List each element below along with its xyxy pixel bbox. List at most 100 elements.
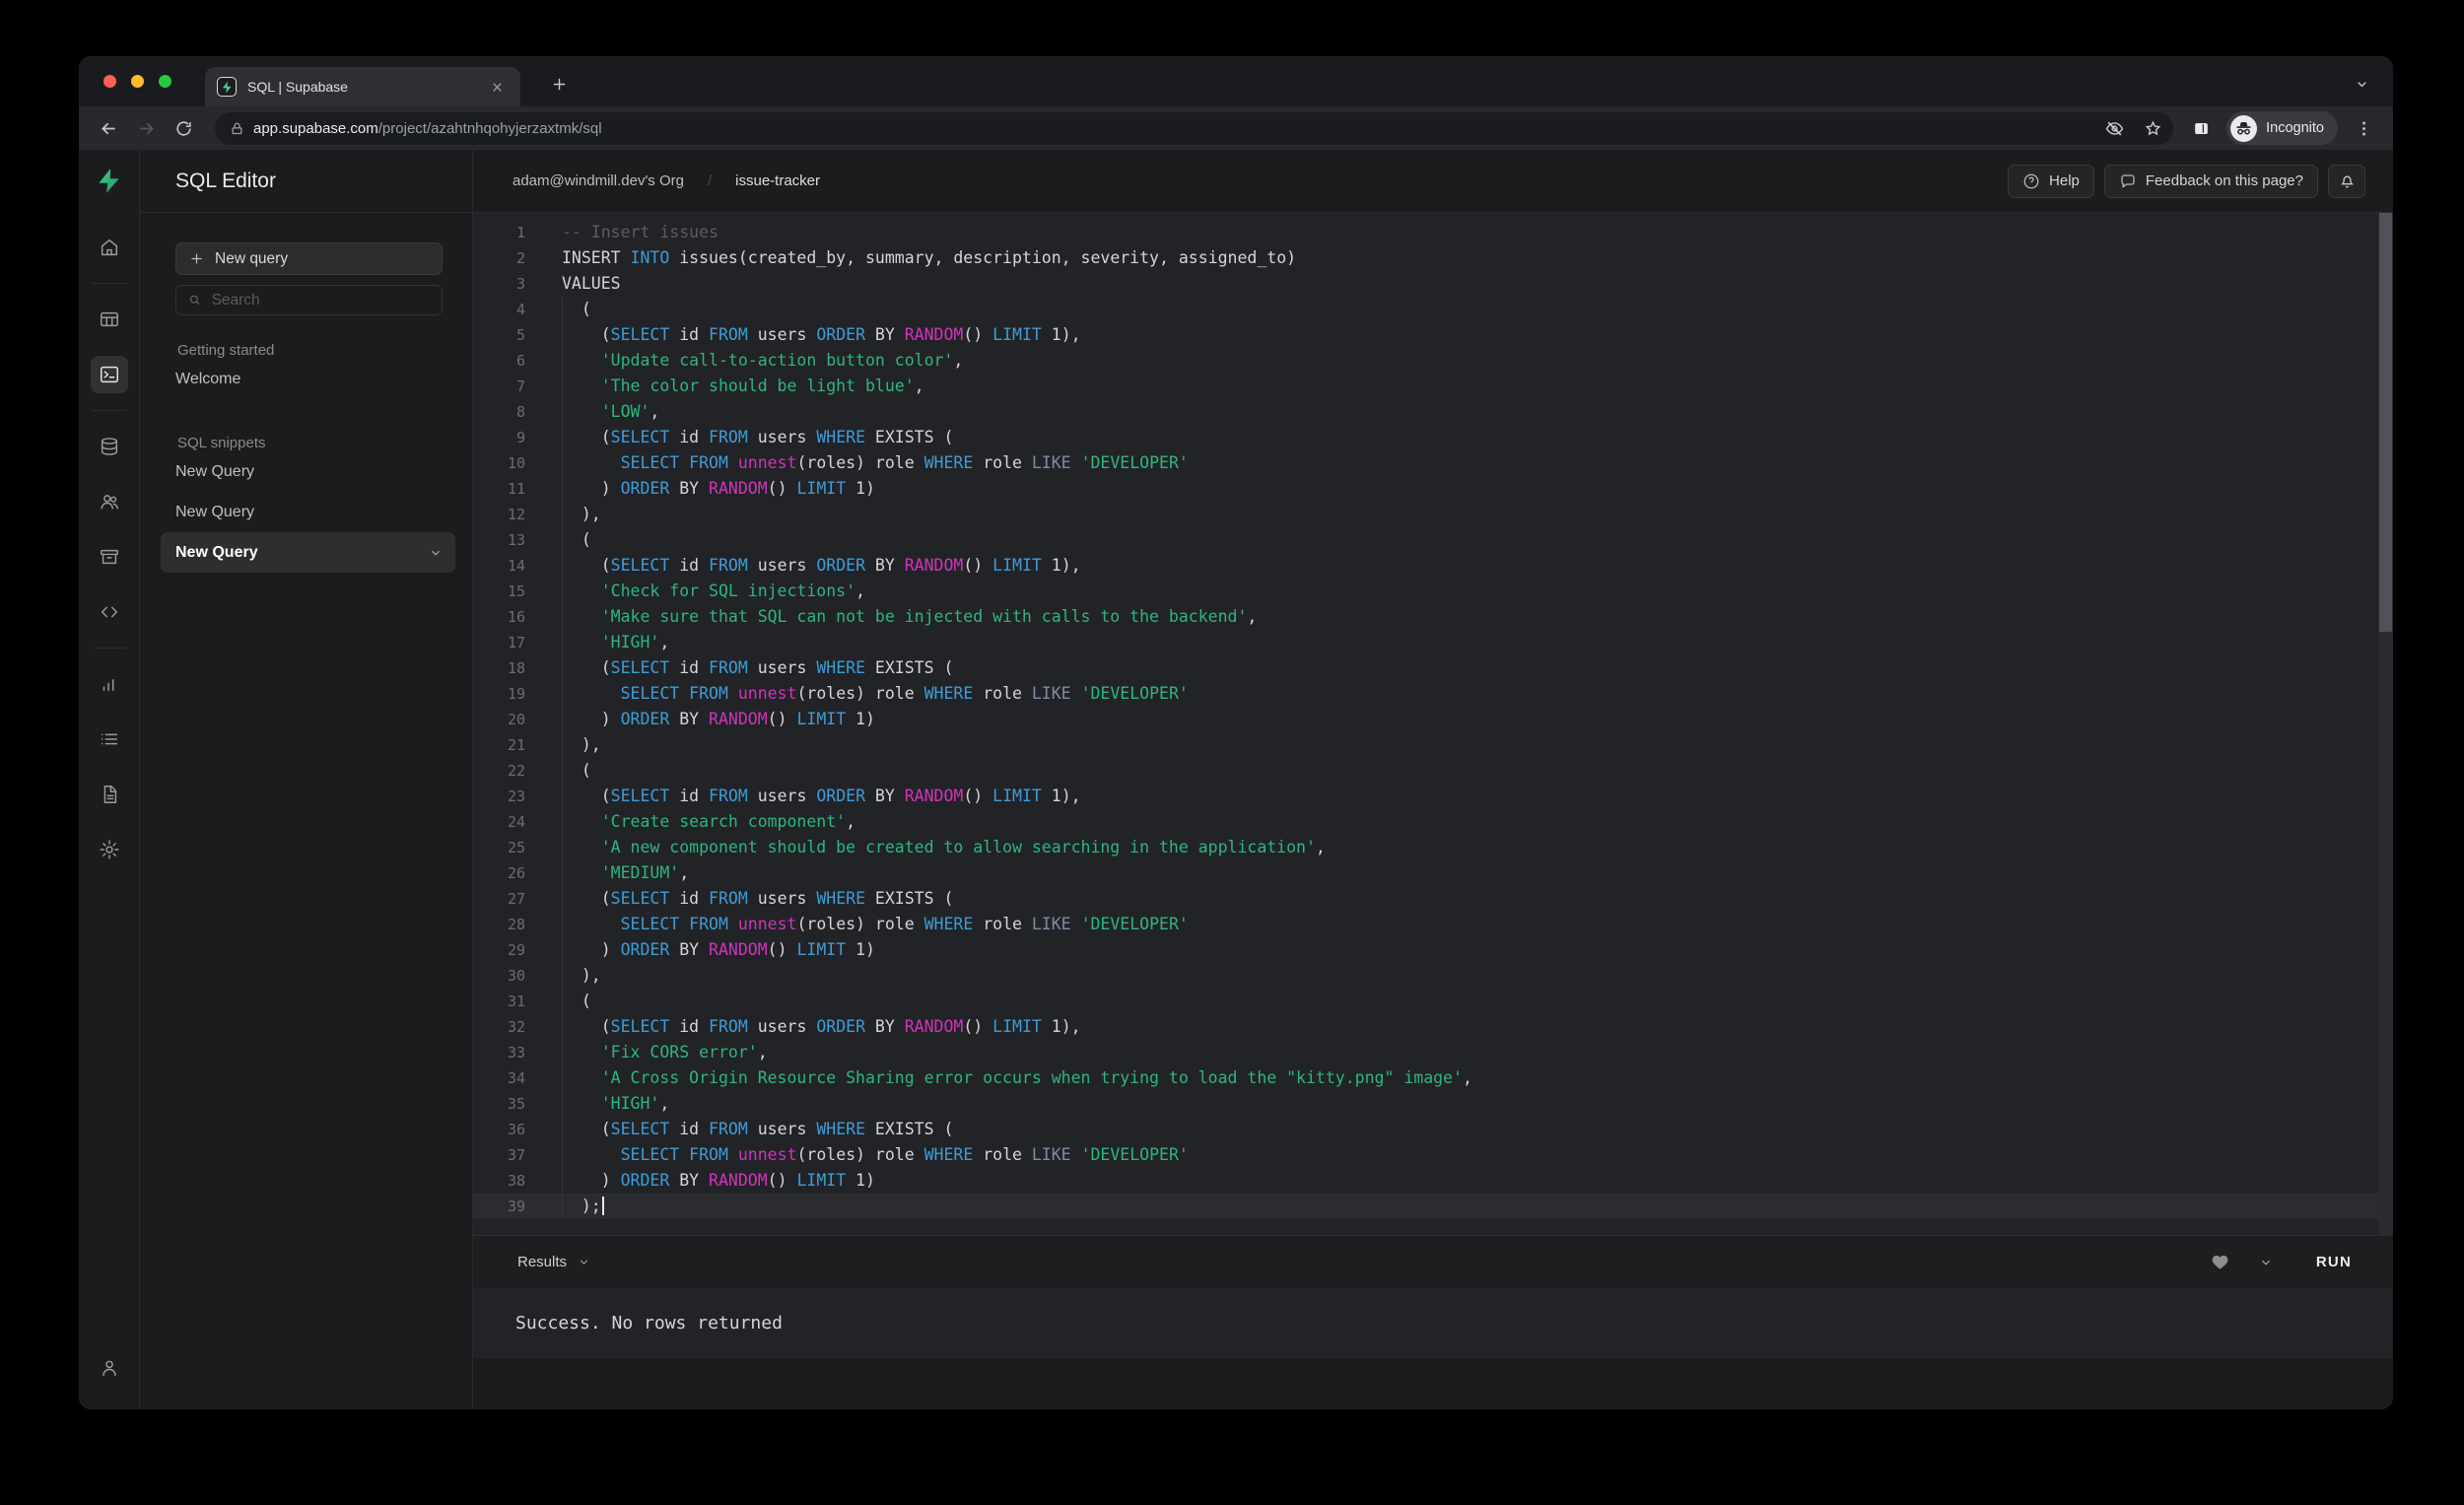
code-line[interactable]: 6 'Update call-to-action button color', [473, 348, 2393, 374]
code-line[interactable]: 34 'A Cross Origin Resource Sharing erro… [473, 1065, 2393, 1091]
code-line[interactable]: 28 SELECT FROM unnest(roles) role WHERE … [473, 912, 2393, 937]
results-dropdown[interactable]: Results [517, 1254, 590, 1270]
code-line[interactable]: 37 SELECT FROM unnest(roles) role WHERE … [473, 1142, 2393, 1168]
code-line[interactable]: 15 'Check for SQL injections', [473, 579, 2393, 604]
eye-blocked-icon[interactable] [2099, 113, 2129, 143]
code-line[interactable]: 14 (SELECT id FROM users ORDER BY RANDOM… [473, 553, 2393, 579]
code-line[interactable]: 25 'A new component should be created to… [473, 835, 2393, 860]
code-line[interactable]: 29 ) ORDER BY RANDOM() LIMIT 1) [473, 937, 2393, 963]
breadcrumb-project[interactable]: issue-tracker [735, 172, 820, 189]
notifications-button[interactable] [2328, 164, 2365, 198]
logs-icon[interactable] [91, 720, 128, 758]
reports-icon[interactable] [91, 665, 128, 703]
code-line[interactable]: 26 'MEDIUM', [473, 860, 2393, 886]
code-line[interactable]: 27 (SELECT id FROM users WHERE EXISTS ( [473, 886, 2393, 912]
results-footer [473, 1358, 2393, 1409]
account-icon[interactable] [91, 1349, 128, 1387]
results-label: Results [517, 1254, 568, 1270]
scrollbar-thumb[interactable] [2379, 213, 2392, 632]
editor-scrollbar[interactable] [2378, 213, 2393, 1235]
minimize-window-button[interactable] [131, 75, 144, 88]
run-options-chevron-icon[interactable] [2259, 1256, 2273, 1269]
code-line[interactable]: 1 -- Insert issues [473, 220, 2393, 245]
forward-button[interactable] [130, 112, 162, 144]
code-line[interactable]: 2 INSERT INTO issues(created_by, summary,… [473, 245, 2393, 271]
main-area: adam@windmill.dev's Org / issue-tracker … [473, 150, 2393, 1409]
line-number: 18 [507, 659, 525, 677]
authentication-icon[interactable] [91, 483, 128, 520]
snippet-item[interactable]: New Query [161, 451, 455, 492]
sql-editor-icon[interactable] [90, 356, 128, 393]
back-button[interactable] [93, 112, 124, 144]
line-number: 13 [507, 531, 525, 549]
code-line[interactable]: 38 ) ORDER BY RANDOM() LIMIT 1) [473, 1168, 2393, 1194]
code-line[interactable]: 21 ), [473, 732, 2393, 758]
code-line[interactable]: 20 ) ORDER BY RANDOM() LIMIT 1) [473, 707, 2393, 732]
code-line[interactable]: 23 (SELECT id FROM users ORDER BY RANDOM… [473, 784, 2393, 809]
code-line[interactable]: 31 ( [473, 989, 2393, 1014]
database-icon[interactable] [91, 428, 128, 465]
code-line[interactable]: 18 (SELECT id FROM users WHERE EXISTS ( [473, 655, 2393, 681]
new-query-button[interactable]: New query [175, 242, 443, 275]
snippet-item[interactable]: New Query [161, 492, 455, 532]
code-text: 'LOW', [600, 402, 660, 421]
bookmark-star-icon[interactable] [2138, 113, 2167, 143]
snippet-item[interactable]: Welcome [161, 359, 455, 399]
code-line[interactable]: 36 (SELECT id FROM users WHERE EXISTS ( [473, 1117, 2393, 1142]
breadcrumb-org[interactable]: adam@windmill.dev's Org [513, 172, 684, 189]
line-number: 29 [507, 941, 525, 959]
zoom-window-button[interactable] [159, 75, 171, 88]
docs-icon[interactable] [91, 776, 128, 813]
supabase-logo-icon[interactable] [92, 163, 127, 198]
line-number: 10 [507, 454, 525, 472]
snippet-item[interactable]: New Query [161, 532, 455, 573]
code-line[interactable]: 19 SELECT FROM unnest(roles) role WHERE … [473, 681, 2393, 707]
close-window-button[interactable] [103, 75, 116, 88]
sql-code-editor[interactable]: 1 -- Insert issues 2 INSERT INTO issues(cre… [473, 213, 2393, 1235]
code-line[interactable]: 8 'LOW', [473, 399, 2393, 425]
code-text: SELECT FROM unnest(roles) role WHERE rol… [620, 684, 1189, 703]
code-line[interactable]: 30 ), [473, 963, 2393, 989]
incognito-badge[interactable]: Incognito [2226, 111, 2338, 145]
code-line[interactable]: 10 SELECT FROM unnest(roles) role WHERE … [473, 450, 2393, 476]
code-line[interactable]: 33 'Fix CORS error', [473, 1040, 2393, 1065]
search-input[interactable] [211, 291, 430, 309]
code-line[interactable]: 39 ); [473, 1194, 2393, 1219]
reload-button[interactable] [168, 112, 199, 144]
tab-close-icon[interactable] [485, 75, 509, 99]
code-line[interactable]: 16 'Make sure that SQL can not be inject… [473, 604, 2393, 630]
code-line[interactable]: 35 'HIGH', [473, 1091, 2393, 1117]
code-text: (SELECT id FROM users WHERE EXISTS ( [562, 889, 954, 908]
line-number: 11 [507, 480, 525, 498]
code-text: ( [562, 530, 591, 549]
code-line[interactable]: 3 VALUES [473, 271, 2393, 297]
code-line[interactable]: 13 ( [473, 527, 2393, 553]
url-bar[interactable]: app.supabase.com/project/azahtnhqohyjerz… [215, 111, 2174, 145]
settings-icon[interactable] [91, 831, 128, 868]
code-line[interactable]: 5 (SELECT id FROM users ORDER BY RANDOM(… [473, 322, 2393, 348]
tab-search-chevron-icon[interactable] [2350, 72, 2373, 96]
help-button[interactable]: Help [2008, 164, 2094, 198]
api-icon[interactable] [91, 593, 128, 631]
table-editor-icon[interactable] [91, 301, 128, 338]
code-line[interactable]: 12 ), [473, 502, 2393, 527]
side-panel-icon[interactable] [2185, 112, 2217, 144]
code-line[interactable]: 4 ( [473, 297, 2393, 322]
code-line[interactable]: 32 (SELECT id FROM users ORDER BY RANDOM… [473, 1014, 2393, 1040]
browser-tab[interactable]: SQL | Supabase [205, 67, 520, 106]
code-line[interactable]: 22 ( [473, 758, 2393, 784]
storage-icon[interactable] [91, 538, 128, 576]
code-text: ) ORDER BY RANDOM() LIMIT 1) [562, 710, 875, 728]
new-tab-button[interactable] [544, 69, 574, 99]
code-line[interactable]: 17 'HIGH', [473, 630, 2393, 655]
feedback-button[interactable]: Feedback on this page? [2103, 164, 2318, 198]
run-button[interactable]: RUN [2316, 1254, 2352, 1270]
code-line[interactable]: 9 (SELECT id FROM users WHERE EXISTS ( [473, 425, 2393, 450]
code-line[interactable]: 24 'Create search component', [473, 809, 2393, 835]
code-line[interactable]: 11 ) ORDER BY RANDOM() LIMIT 1) [473, 476, 2393, 502]
favorite-heart-icon[interactable] [2211, 1253, 2229, 1271]
snippet-search[interactable] [175, 285, 443, 315]
browser-menu-icon[interactable] [2348, 112, 2379, 144]
home-icon[interactable] [91, 229, 128, 266]
code-line[interactable]: 7 'The color should be light blue', [473, 374, 2393, 399]
